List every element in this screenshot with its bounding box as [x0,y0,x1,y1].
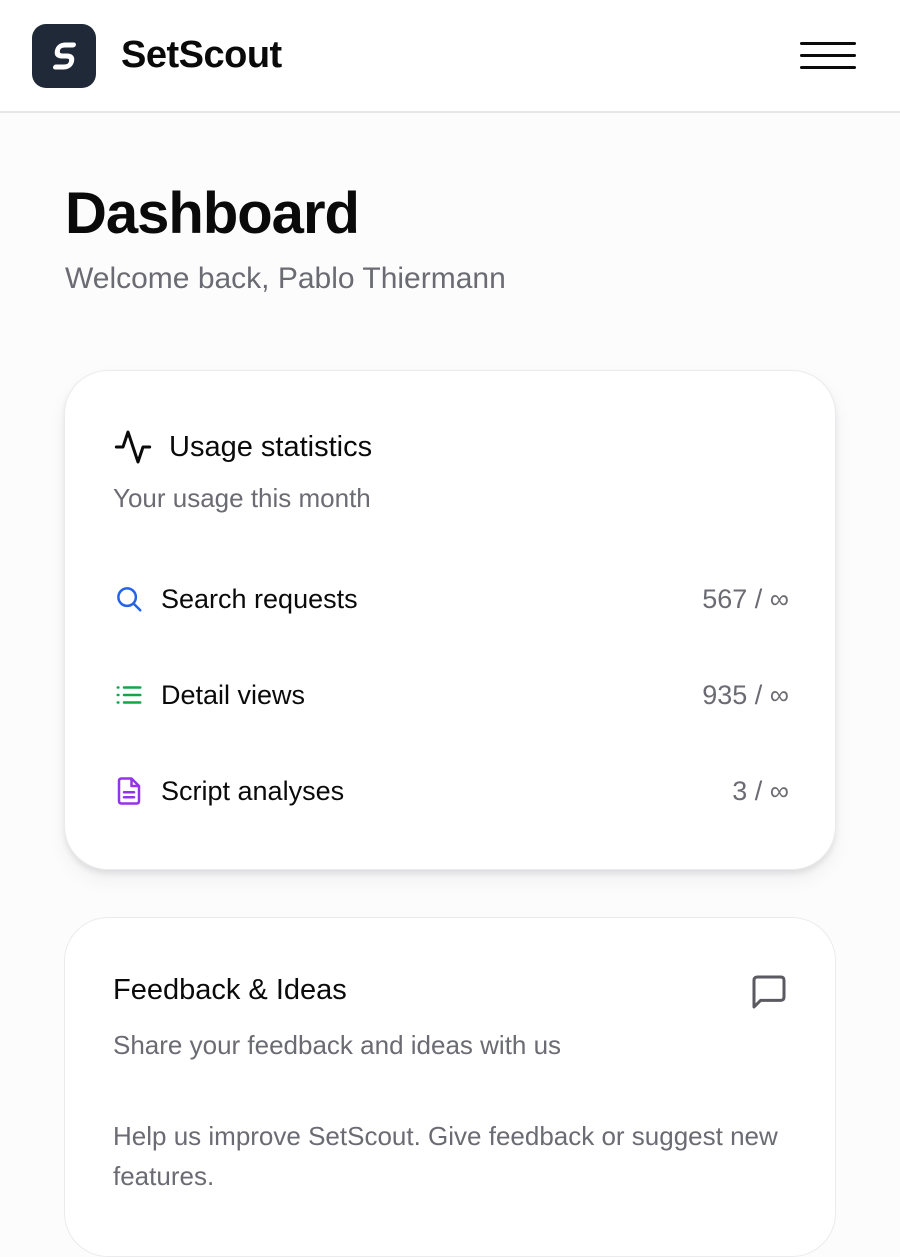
feedback-card-body: Help us improve SetScout. Give feedback … [113,1121,778,1191]
stat-label: Detail views [161,679,306,710]
top-bar: SetScout [0,0,900,113]
file-text-icon [113,775,145,807]
menu-line [800,54,856,57]
page-title: Dashboard [65,181,360,246]
feedback-card-title: Feedback & Ideas [113,974,347,1006]
stat-value: 935 / ∞ [702,679,789,710]
usage-card-title: Usage statistics [169,430,373,463]
logo-icon [52,42,76,70]
feedback-card-header: Feedback & Ideas [113,974,347,1007]
stat-row-search-requests: Search requests 567 / ∞ [113,577,789,621]
stat-value: 567 / ∞ [702,583,789,614]
usage-card-header: Usage statistics [113,427,372,467]
menu-line [800,66,856,69]
hamburger-menu-button[interactable] [796,38,860,76]
app-logo[interactable] [32,24,96,88]
usage-card-description: Your usage this month [113,483,371,513]
feedback-card[interactable]: Feedback & Ideas Share your feedback and… [64,917,836,1257]
stat-value: 3 / ∞ [732,775,789,806]
app-name: SetScout [121,34,282,76]
search-icon [113,583,145,615]
stat-row-detail-views: Detail views 935 / ∞ [113,673,789,717]
feedback-card-description: Share your feedback and ideas with us [113,1030,562,1060]
message-square-icon[interactable] [749,972,789,1012]
stat-label: Search requests [161,583,358,614]
usage-statistics-card: Usage statistics Your usage this month S… [64,370,836,870]
menu-line [800,42,856,45]
stat-label: Script analyses [161,775,345,806]
list-icon [113,679,145,711]
welcome-message: Welcome back, Pablo Thiermann [65,262,506,295]
stat-row-script-analyses: Script analyses 3 / ∞ [113,769,789,813]
activity-icon [114,430,152,464]
